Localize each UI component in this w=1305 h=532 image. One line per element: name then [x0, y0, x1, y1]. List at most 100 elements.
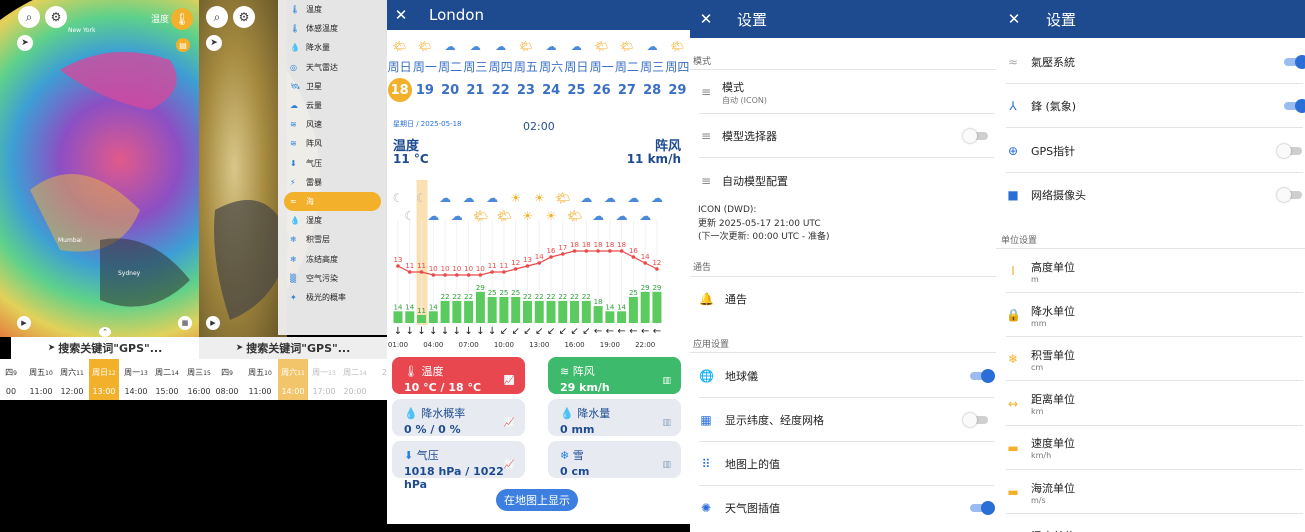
precip-card[interactable]: 💧 降水量 0 mm ▥	[548, 399, 681, 436]
timeline-slot[interactable]: 周二14 20:00	[340, 359, 370, 400]
interp-row[interactable]: ✺ 天气图插值	[690, 496, 996, 520]
date-item[interactable]: 18	[387, 78, 412, 102]
time-tick-label: 04:00	[423, 341, 443, 349]
date-item[interactable]: 22	[488, 78, 513, 102]
date-item[interactable]: 26	[589, 78, 614, 102]
settings-row[interactable]: ⊕ GPS指针	[996, 139, 1305, 163]
timeline[interactable]: 四9 00 周五10 11:00 周六11 12:00 周日12 13:00 周一13 14:00…	[0, 359, 387, 400]
layer-menu-item[interactable]: ⚡ 雷暴	[278, 173, 387, 192]
temp-card[interactable]: 🌡 温度 10 °C / 18 °C 📈	[392, 357, 525, 394]
gear-icon[interactable]: ⚙	[45, 6, 67, 28]
gust-value: 11 km/h	[626, 152, 681, 166]
layer-menu-item[interactable]: ✦ 极光的概率	[278, 288, 387, 307]
timeline-slot[interactable]: 四9 00	[0, 359, 22, 400]
unit-row[interactable]: ▪温度单位	[996, 522, 1305, 532]
search-icon[interactable]: ⌕	[206, 6, 228, 28]
model-picker-row[interactable]: ≡ 模型选择器	[690, 124, 996, 148]
close-icon[interactable]: ✕	[690, 10, 722, 28]
date-item[interactable]: 29	[665, 78, 690, 102]
play-icon[interactable]: ▶	[206, 316, 220, 330]
settings-toggle[interactable]	[1277, 143, 1302, 158]
timeline-slot[interactable]: 周六11 12:00	[57, 359, 87, 400]
timeline-slot[interactable]: 周五10 11:00	[245, 359, 275, 400]
layer-menu-item[interactable]: 💧 降水量	[278, 38, 387, 57]
date-item[interactable]: 20	[438, 78, 463, 102]
timeline-slot[interactable]: 周三15 16:00	[184, 359, 214, 400]
grid-toggle[interactable]	[963, 413, 988, 427]
model-picker-toggle[interactable]	[963, 129, 988, 143]
hourly-chart[interactable]: ☾☾☾☁☁☁☁🌤☁🌤☀☀☀☀🌤🌤☁☁☁☁☁☁☁14 14 11 1422 22 22292…	[387, 180, 690, 352]
layer-menu-item[interactable]: 🌡 温度	[278, 0, 387, 19]
location-arrow-icon[interactable]: ➤	[206, 35, 222, 51]
layer-menu-item[interactable]: ◎ 天气雷达	[278, 58, 387, 77]
date-item[interactable]: 25	[564, 78, 589, 102]
thermometer-icon[interactable]: 🌡	[171, 8, 193, 30]
gear-icon[interactable]: ⚙	[233, 6, 255, 28]
layer-menu-item[interactable]: ❄ 冻结高度	[278, 249, 387, 268]
settings-row[interactable]: ⅄ 鋒 (氣象)	[996, 94, 1305, 118]
layer-menu-item[interactable]: ≋ 风速	[278, 115, 387, 134]
timeline-slot[interactable]: 周六11 14:00	[278, 359, 308, 400]
date-row[interactable]: 18 19 20 21 22 23 24 25 26 27 28 29	[387, 78, 690, 102]
wind-direction-icon: ↙	[535, 326, 543, 337]
temp-data-label: 18	[594, 241, 603, 249]
layer-menu-item[interactable]: 💧 湿度	[278, 211, 387, 230]
date-item[interactable]: 24	[539, 78, 564, 102]
interp-toggle[interactable]	[970, 501, 995, 515]
settings-toggle[interactable]	[1284, 99, 1305, 114]
close-icon[interactable]: ✕	[387, 6, 415, 24]
layer-menu-item[interactable]: 🌡 体感温度	[278, 19, 387, 38]
search-bar[interactable]: ➤ 搜索关键词"GPS"...	[199, 337, 387, 359]
close-icon[interactable]: ✕	[996, 10, 1032, 28]
layer-menu-item[interactable]: ⬇ 气压	[278, 154, 387, 173]
notice-row[interactable]: 🔔 通告	[690, 287, 996, 311]
auto-model-row[interactable]: ≡ 自动模型配置	[690, 169, 996, 193]
pressure-card[interactable]: ⬇ 气压 1018 hPa / 1022 hPa 📈	[392, 441, 525, 491]
timeline-slot[interactable]: 周五10 11:00	[26, 359, 56, 400]
settings-row[interactable]: ■ 网络摄像头	[996, 183, 1305, 207]
date-item[interactable]: 21	[463, 78, 488, 102]
mode-row[interactable]: ≡ 模式 自动 (ICON)	[690, 78, 996, 106]
timeline-slot[interactable]: 四9 08:00	[212, 359, 242, 400]
settings-toggle[interactable]	[1277, 187, 1302, 202]
search-bar[interactable]: ➤ 搜索关键词"GPS"...	[11, 337, 199, 359]
unit-row[interactable]: ▬ 速度单位 km/h	[996, 434, 1305, 462]
unit-row[interactable]: I 高度单位 m	[996, 257, 1305, 285]
globe-row[interactable]: 🌐 地球儀	[690, 364, 996, 388]
timeline-slot[interactable]: 周一13 14:00	[121, 359, 151, 400]
layer-menu-item[interactable]: 🛰 卫星	[278, 77, 387, 96]
layer-menu-item[interactable]: ≈ 海	[284, 191, 381, 212]
map-values-row[interactable]: ⠿ 地图上的值	[690, 452, 996, 476]
row-value: km/h	[1031, 451, 1052, 461]
layer-menu-item[interactable]: ▒ 空气污染	[278, 269, 387, 288]
play-icon[interactable]: ▶	[17, 316, 31, 330]
date-item[interactable]: 19	[412, 78, 437, 102]
unit-row[interactable]: ↔ 距离单位 km	[996, 390, 1305, 418]
unit-row[interactable]: 🔒 降水单位 mm	[996, 301, 1305, 329]
timeline-slot[interactable]: 周二14 15:00	[152, 359, 182, 400]
chevron-up-icon[interactable]: ⌃	[99, 327, 111, 337]
timeline-slot[interactable]: 23	[372, 359, 387, 400]
layer-menu-item[interactable]: ☁ 云量	[278, 96, 387, 115]
layer-menu-item[interactable]: ❄ 积雪层	[278, 230, 387, 249]
date-item[interactable]: 28	[640, 78, 665, 102]
unit-row[interactable]: ▬ 海流单位 m/s	[996, 478, 1305, 506]
timeline-slot[interactable]: 周日12 13:00	[89, 359, 119, 400]
snow-card[interactable]: ❄ 雪 0 cm ▥	[548, 441, 681, 478]
date-item[interactable]: 23	[513, 78, 538, 102]
grid-row[interactable]: ▦ 显示纬度、经度网格	[690, 408, 996, 432]
location-arrow-icon[interactable]: ➤	[17, 35, 33, 51]
gust-card[interactable]: ≋ 阵风 29 km/h ▥	[548, 357, 681, 394]
search-icon[interactable]: ⌕	[18, 6, 40, 28]
unit-row[interactable]: ❄ 积雪单位 cm	[996, 345, 1305, 373]
show-on-map-button[interactable]: 在地图上显示	[496, 489, 578, 511]
layer-menu-item[interactable]: ≋ 阵风	[278, 134, 387, 153]
settings-row[interactable]: ≈ 氣壓系統	[996, 50, 1305, 74]
globe-toggle[interactable]	[970, 369, 995, 383]
precip-prob-card[interactable]: 💧 降水概率 0 % / 0 % 📈	[392, 399, 525, 436]
date-item[interactable]: 27	[614, 78, 639, 102]
layers-icon[interactable]: ▤	[176, 38, 190, 52]
settings-toggle[interactable]	[1284, 55, 1305, 69]
timeline-slot[interactable]: 周一13 17:00	[309, 359, 339, 400]
calendar-icon[interactable]: ▦	[178, 316, 192, 330]
